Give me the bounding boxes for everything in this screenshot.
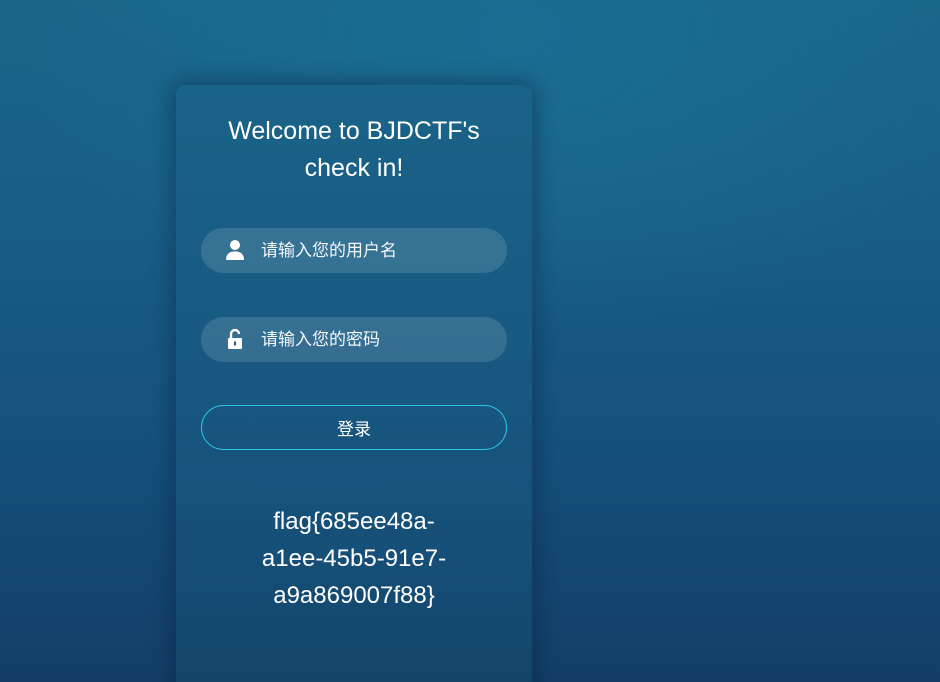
flag-line-2: a1ee-45b5-91e7-	[261, 545, 447, 572]
user-icon	[226, 240, 244, 260]
flag-line-1: flag{685ee48a-	[273, 508, 435, 535]
password-input[interactable]	[261, 317, 491, 362]
username-input[interactable]	[261, 228, 491, 273]
username-field[interactable]	[201, 228, 507, 273]
welcome-line-1: Welcome to BJDCTF's	[228, 117, 480, 145]
login-button[interactable]: 登录	[201, 405, 507, 450]
password-field[interactable]	[201, 317, 507, 362]
unlocked-lock-icon	[228, 328, 242, 349]
flag-line-3: a9a869007f88}	[273, 582, 435, 609]
welcome-heading: Welcome to BJDCTF's check in!	[176, 113, 532, 187]
flag-text: flag{685ee48a- a1ee-45b5-91e7- a9a869007…	[176, 503, 532, 614]
login-card: Welcome to BJDCTF's check in! 登录 flag{68…	[176, 85, 532, 682]
welcome-line-2: check in!	[304, 154, 404, 182]
